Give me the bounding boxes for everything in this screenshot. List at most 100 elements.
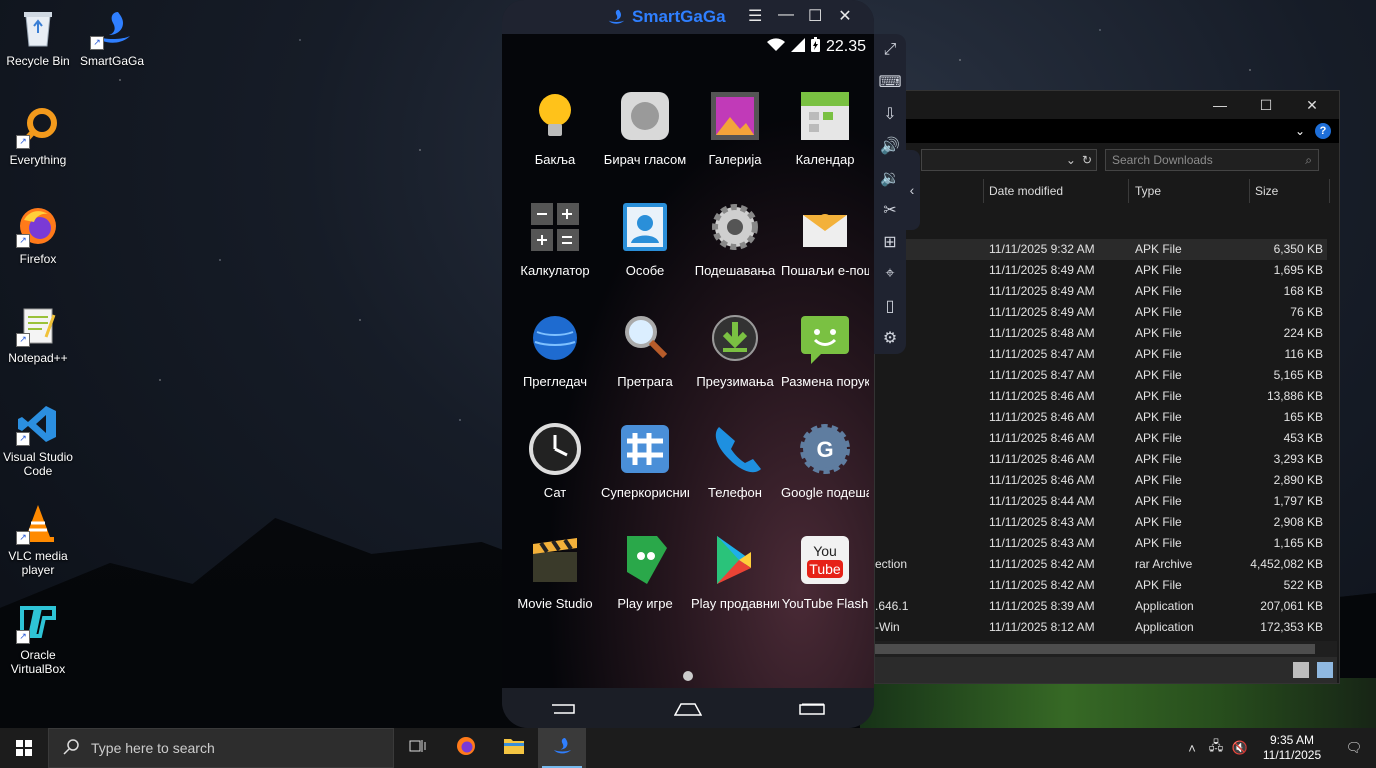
- app-phone[interactable]: Телефон: [690, 421, 780, 500]
- chevron-up-icon[interactable]: ˄: [1180, 741, 1204, 756]
- battery-icon: [810, 37, 820, 57]
- apk-install-icon[interactable]: ⇩: [874, 98, 906, 130]
- table-row[interactable]: 11/11/2025 8:49 AM APK File 168 KB: [875, 281, 1327, 302]
- multi-instance-icon[interactable]: ⊞: [874, 226, 906, 258]
- desktop-icon-label: Recycle Bin: [6, 54, 70, 68]
- desktop-icon-everything[interactable]: ↗ Everything: [1, 105, 75, 167]
- app-email[interactable]: Пошаљи е-пошту: [780, 199, 870, 278]
- task-view-button[interactable]: [394, 728, 442, 768]
- refresh-icon[interactable]: ↻: [1082, 153, 1092, 167]
- desktop-icon-virtualbox[interactable]: ↗ Oracle VirtualBox: [1, 600, 75, 676]
- table-row[interactable]: 11/11/2025 9:32 AM APK File 6,350 KB: [875, 239, 1327, 260]
- shake-icon[interactable]: ▯: [874, 290, 906, 322]
- chevron-down-icon[interactable]: ⌄: [1295, 124, 1305, 138]
- table-row[interactable]: 11/11/2025 8:46 AM APK File 3,293 KB: [875, 449, 1327, 470]
- file-date: 11/11/2025 8:49 AM: [989, 284, 1095, 298]
- app-downloads[interactable]: Преузимања: [690, 310, 780, 389]
- column-date-modified[interactable]: Date modified: [989, 184, 1063, 198]
- desktop-icon-firefox[interactable]: ↗ Firefox: [1, 204, 75, 266]
- help-icon[interactable]: ?: [1315, 123, 1331, 139]
- keyboard-icon[interactable]: ⌨: [874, 66, 906, 98]
- large-icons-view-icon[interactable]: [1317, 662, 1333, 678]
- recents-icon[interactable]: [798, 702, 826, 715]
- start-button[interactable]: [0, 728, 48, 768]
- table-row[interactable]: 11/11/2025 8:49 AM APK File 76 KB: [875, 302, 1327, 323]
- taskbar-firefox[interactable]: [442, 728, 490, 768]
- app-clock[interactable]: Сат: [510, 421, 600, 500]
- table-row[interactable]: 11/11/2025 8:43 AM APK File 2,908 KB: [875, 512, 1327, 533]
- network-icon[interactable]: 🖧: [1204, 737, 1228, 759]
- details-view-icon[interactable]: [1293, 662, 1309, 678]
- table-row[interactable]: 11/11/2025 8:46 AM APK File 165 KB: [875, 407, 1327, 428]
- table-row[interactable]: 11/11/2025 8:48 AM APK File 224 KB: [875, 323, 1327, 344]
- table-row[interactable]: 11/11/2025 8:44 AM APK File 1,797 KB: [875, 491, 1327, 512]
- taskbar-smartgaga[interactable]: [538, 728, 586, 768]
- app-messaging[interactable]: Размена порука: [780, 310, 870, 389]
- menu-icon[interactable]: ☰: [748, 6, 762, 26]
- maximize-icon[interactable]: ☐: [808, 6, 822, 26]
- app-gallery[interactable]: Галерија: [690, 88, 780, 167]
- taskbar-clock[interactable]: 9:35 AM 11/11/2025: [1252, 733, 1332, 763]
- close-icon[interactable]: ✕: [838, 6, 852, 26]
- fullscreen-icon[interactable]: ⤢: [874, 34, 906, 66]
- table-row[interactable]: 11/11/2025 8:43 AM APK File 1,165 KB: [875, 533, 1327, 554]
- notification-icon[interactable]: 🗨: [1332, 740, 1376, 756]
- app-superuser[interactable]: Суперкорисник: [600, 421, 690, 500]
- table-row[interactable]: 11/11/2025 8:42 AM APK File 522 KB: [875, 575, 1327, 596]
- desktop-icon-vscode[interactable]: ↗ Visual Studio Code: [1, 402, 75, 478]
- table-row[interactable]: 11/11/2025 8:47 AM APK File 116 KB: [875, 344, 1327, 365]
- volume-muted-icon[interactable]: 🔇: [1228, 740, 1252, 756]
- app-play-store[interactable]: Play продавница: [690, 532, 780, 611]
- app-calendar[interactable]: Календар: [780, 88, 870, 167]
- scissors-icon[interactable]: ✂: [874, 194, 906, 226]
- table-row[interactable]: 11/11/2025 8:46 AM APK File 13,886 KB: [875, 386, 1327, 407]
- file-size: 2,908 KB: [1273, 515, 1323, 529]
- table-row[interactable]: 11/11/2025 8:46 AM APK File 2,890 KB: [875, 470, 1327, 491]
- horizontal-scrollbar[interactable]: [875, 641, 1337, 657]
- collapse-toolbar-button[interactable]: ‹: [904, 150, 920, 230]
- app-google-settings[interactable]: G Google подешавања: [780, 421, 870, 500]
- desktop-icon-vlc[interactable]: ↗ VLC media player: [1, 501, 75, 577]
- minimize-icon[interactable]: —: [778, 6, 794, 26]
- minimize-icon[interactable]: —: [1197, 97, 1243, 113]
- table-row[interactable]: 11/11/2025 8:47 AM APK File 5,165 KB: [875, 365, 1327, 386]
- location-icon[interactable]: ⌖: [874, 258, 906, 290]
- gear-icon[interactable]: ⚙: [874, 322, 906, 354]
- column-type[interactable]: Type: [1135, 184, 1161, 198]
- app-movie-studio[interactable]: Movie Studio: [510, 532, 600, 611]
- taskbar-file-explorer[interactable]: [490, 728, 538, 768]
- desktop-icon-label: Visual Studio Code: [3, 450, 73, 478]
- app-youtube[interactable]: You Tube YouTube Flash: [780, 532, 870, 611]
- back-icon[interactable]: [550, 702, 578, 714]
- file-date: 11/11/2025 8:46 AM: [989, 452, 1095, 466]
- home-icon[interactable]: [673, 702, 703, 716]
- table-row[interactable]: -Win 11/11/2025 8:12 AM Application 172,353…: [875, 617, 1327, 638]
- app-search[interactable]: Претрага: [600, 310, 690, 389]
- column-size[interactable]: Size: [1255, 184, 1278, 198]
- scrollbar-thumb[interactable]: [875, 644, 1315, 654]
- table-row[interactable]: .646.1 11/11/2025 8:39 AM Application 207,0…: [875, 596, 1327, 617]
- chevron-down-icon[interactable]: ⌄: [1066, 153, 1076, 167]
- app-browser[interactable]: Прегледач: [510, 310, 600, 389]
- app-play-games[interactable]: Play игре: [600, 532, 690, 611]
- search-downloads-input[interactable]: Search Downloads ⌕: [1105, 149, 1319, 171]
- desktop-icon-recycle-bin[interactable]: Recycle Bin: [1, 6, 75, 68]
- app-calculator[interactable]: Калкулатор: [510, 199, 600, 278]
- volume-up-icon[interactable]: 🔊: [874, 130, 906, 162]
- table-row[interactable]: 11/11/2025 8:49 AM APK File 1,695 KB: [875, 260, 1327, 281]
- maximize-icon[interactable]: ☐: [1243, 97, 1289, 114]
- file-type: Application: [1135, 599, 1194, 613]
- address-bar[interactable]: ⌄ ↻: [921, 149, 1097, 171]
- app-settings[interactable]: Подешавања: [690, 199, 780, 278]
- table-row[interactable]: ection 11/11/2025 8:42 AM rar Archive 4,452…: [875, 554, 1327, 575]
- close-icon[interactable]: ✕: [1289, 97, 1335, 114]
- volume-down-icon[interactable]: 🔉: [874, 162, 906, 194]
- desktop-icon-smartgaga[interactable]: ↗ SmartGaGa: [75, 6, 149, 68]
- app-voice-dialer[interactable]: Бирач гласом: [600, 88, 690, 167]
- file-type: APK File: [1135, 305, 1182, 319]
- desktop-icon-notepadpp[interactable]: ↗ Notepad++: [1, 303, 75, 365]
- taskbar-search-input[interactable]: Type here to search: [48, 728, 394, 768]
- table-row[interactable]: 11/11/2025 8:46 AM APK File 453 KB: [875, 428, 1327, 449]
- app-flashlight[interactable]: Бакља: [510, 88, 600, 167]
- app-contacts[interactable]: Особе: [600, 199, 690, 278]
